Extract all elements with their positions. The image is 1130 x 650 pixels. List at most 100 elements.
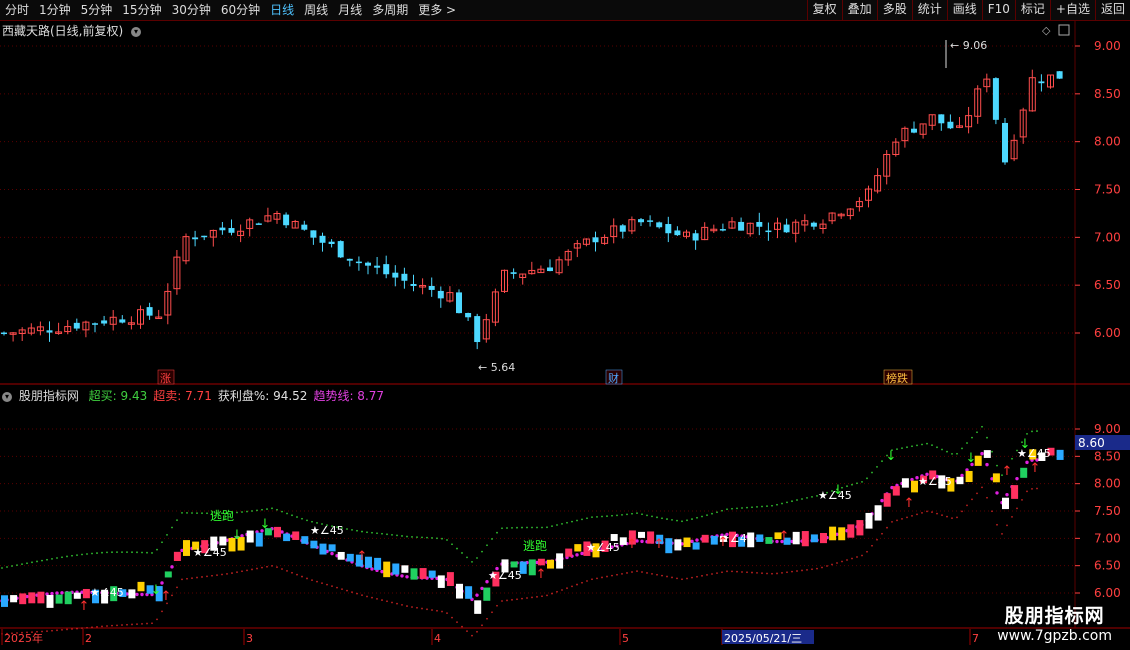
star-angle-label: ★∠45 xyxy=(918,475,952,488)
oversold-dot xyxy=(556,590,558,593)
overbought-dot xyxy=(731,507,733,510)
overbought-dot xyxy=(906,446,908,449)
trend-line-dot xyxy=(50,591,54,596)
candle-body xyxy=(656,222,663,228)
oversold-dot xyxy=(291,571,293,574)
indicator-bar xyxy=(537,558,545,566)
candle-body xyxy=(810,222,817,227)
overbought-dot xyxy=(166,533,168,536)
chart-canvas[interactable]: 9.00 8.50 8.00 7.50 7.00 6.50 6.00 9.00 8.50 8.00… xyxy=(0,0,1130,650)
overbought-dot xyxy=(641,513,643,516)
price-tick-label: 9.00 xyxy=(1094,39,1121,53)
oversold-dot xyxy=(951,517,953,520)
oversold-dot xyxy=(626,572,628,574)
overbought-dot xyxy=(751,506,753,509)
oversold-dot xyxy=(386,600,388,603)
overbought-dot xyxy=(716,511,718,514)
oversold-dot xyxy=(436,609,438,612)
overbought-dot xyxy=(31,561,33,564)
overbought-dot xyxy=(6,566,8,568)
oversold-dot xyxy=(746,571,748,574)
oversold-dot xyxy=(161,610,163,613)
overbought-dot xyxy=(186,512,188,514)
watermark-url: www.7gpzb.com xyxy=(997,628,1112,644)
star-angle-label: ★∠45 xyxy=(90,586,124,599)
oversold-dot xyxy=(46,630,48,633)
oversold-dot xyxy=(146,622,148,625)
oversold-dot xyxy=(421,607,423,610)
candle-body xyxy=(592,237,599,243)
overbought-dot xyxy=(931,444,933,447)
oversold-dot xyxy=(406,605,408,607)
overbought-dot xyxy=(986,436,988,439)
candle-body xyxy=(1038,81,1045,84)
oversold-dot xyxy=(371,596,373,599)
trend-line-dot xyxy=(985,462,989,467)
oversold-dot xyxy=(731,570,733,573)
oversold-dot xyxy=(751,571,753,574)
overbought-dot xyxy=(811,495,813,498)
overbought-dot xyxy=(946,450,948,453)
overbought-dot xyxy=(96,552,98,554)
oversold-dot xyxy=(96,625,98,628)
overbought-dot xyxy=(376,532,378,535)
overbought-dot xyxy=(571,520,573,523)
overbought-dot xyxy=(476,557,478,559)
oversold-dot xyxy=(741,571,743,573)
overbought-dot xyxy=(596,515,598,518)
overbought-dot xyxy=(926,442,928,445)
indicator-bar xyxy=(419,568,427,579)
oversold-dot xyxy=(71,628,73,630)
overbought-dot xyxy=(521,526,523,529)
oversold-dot xyxy=(221,573,223,576)
oversold-dot xyxy=(1006,524,1008,527)
candle-body xyxy=(738,221,745,231)
price-tick-label: 8.50 xyxy=(1094,87,1121,101)
indicator-bar xyxy=(37,591,45,604)
oversold-dot xyxy=(966,504,968,507)
indicator-bar xyxy=(1020,467,1028,478)
oversold-dot xyxy=(211,574,213,577)
sell-arrow-icon: ↓ xyxy=(232,528,243,543)
overbought-dot xyxy=(1011,457,1013,460)
overbought-dot xyxy=(691,518,693,520)
overbought-dot xyxy=(306,519,308,522)
overbought-dot xyxy=(991,450,993,453)
oversold-dot xyxy=(396,602,398,605)
oversold-dot xyxy=(671,576,673,579)
oversold-dot xyxy=(81,627,83,630)
overbought-dot xyxy=(436,537,438,540)
candle-body xyxy=(437,290,444,299)
oversold-dot xyxy=(431,609,433,611)
sell-arrow-icon: ↓ xyxy=(1020,437,1031,452)
oversold-dot xyxy=(991,510,993,513)
oversold-dot xyxy=(736,570,738,573)
overbought-dot xyxy=(976,431,978,434)
overbought-dot xyxy=(901,447,903,450)
overbought-dot xyxy=(196,512,198,514)
overbought-dot xyxy=(576,519,578,522)
oversold-dot xyxy=(646,572,648,574)
overbought-dot xyxy=(616,514,618,517)
oversold-dot xyxy=(196,576,198,579)
oversold-dot xyxy=(1026,490,1028,493)
oversold-dot xyxy=(276,566,278,569)
overbought-dot xyxy=(131,551,133,554)
oversold-dot xyxy=(476,630,478,633)
sell-arrow-icon: ↓ xyxy=(886,449,897,464)
overbought-dot xyxy=(181,511,183,514)
overbought-dot xyxy=(541,526,543,529)
overbought-dot xyxy=(851,483,853,486)
indicator-bar xyxy=(437,575,445,588)
oversold-dot xyxy=(366,595,368,598)
oversold-dot xyxy=(636,570,638,573)
oversold-dot xyxy=(341,588,343,591)
indicator-bar xyxy=(28,592,36,604)
overbought-dot xyxy=(781,502,783,505)
oversold-dot xyxy=(586,580,588,582)
star-angle-label: ★∠45 xyxy=(586,541,620,554)
overbought-dot xyxy=(431,537,433,539)
trend-line-dot xyxy=(405,575,409,579)
overbought-dot xyxy=(51,557,53,560)
overbought-dot xyxy=(856,482,858,485)
